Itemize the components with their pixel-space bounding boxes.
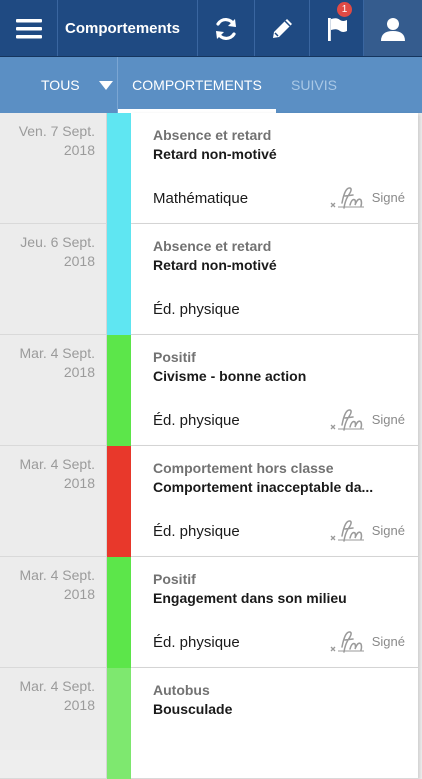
category-color-bar — [107, 446, 131, 557]
signed-indicator: Signé — [328, 405, 405, 433]
entry-title: Engagement dans son milieu — [153, 590, 347, 606]
category-color-bar — [107, 668, 131, 779]
entry-subject: Mathématique — [153, 190, 249, 207]
list-item[interactable]: Mar. 4 Sept. 2018 Comportement hors clas… — [0, 446, 422, 557]
entry-subject: Éd. physique — [153, 634, 240, 651]
behavior-list: Ven. 7 Sept. 2018 Absence et retard Reta… — [0, 113, 422, 779]
entry-title: Retard non-motivé — [153, 257, 277, 273]
entry-date-year: 2018 — [63, 586, 95, 602]
signed-label: Signé — [371, 411, 405, 427]
signature-icon — [330, 187, 364, 209]
signed-label: Signé — [371, 633, 405, 649]
entry-category: Positif — [153, 349, 196, 365]
entry-card[interactable]: Comportement hors classe Comportement in… — [131, 446, 418, 557]
notifications-button[interactable]: 1 — [310, 0, 364, 57]
tab-bar: TOUS COMPORTEMENTS SUIVIS — [0, 57, 422, 113]
entry-card[interactable]: Positif Civisme - bonne action Éd. physi… — [131, 335, 418, 446]
list-item[interactable]: Mar. 4 Sept. 2018 Positif Engagement dan… — [0, 557, 422, 668]
hamburger-icon — [15, 18, 42, 38]
entry-date-day: Mar. 4 Sept. — [19, 678, 95, 694]
signed-label: Signé — [371, 522, 405, 538]
entry-category: Comportement hors classe — [153, 460, 334, 476]
entry-date-year: 2018 — [63, 253, 95, 269]
entry-date-day: Mar. 4 Sept. — [19, 345, 95, 361]
top-bar: Comportements 1 — [0, 0, 422, 57]
entry-date: Mar. 4 Sept. 2018 — [0, 557, 107, 668]
notification-badge: 1 — [337, 2, 352, 17]
category-color-bar — [107, 113, 131, 224]
entry-category: Absence et retard — [153, 127, 272, 143]
pencil-icon — [273, 18, 292, 38]
category-color-bar — [107, 557, 131, 668]
entry-card[interactable]: Absence et retard Retard non-motivé Math… — [131, 113, 418, 224]
signature-icon — [330, 409, 364, 431]
entry-date-day: Mar. 4 Sept. — [19, 456, 95, 472]
entry-category: Positif — [153, 571, 196, 587]
list-item[interactable]: Jeu. 6 Sept. 2018 Absence et retard Reta… — [0, 224, 422, 335]
entry-category: Autobus — [153, 682, 210, 698]
signature-icon — [330, 631, 364, 653]
entry-card[interactable]: Absence et retard Retard non-motivé Éd. … — [131, 224, 418, 335]
entry-date-year: 2018 — [63, 142, 95, 158]
list-item[interactable]: Ven. 7 Sept. 2018 Absence et retard Reta… — [0, 113, 422, 224]
entry-date: Jeu. 6 Sept. 2018 — [0, 224, 107, 335]
signed-indicator: Signé — [328, 516, 405, 544]
user-icon — [381, 17, 405, 41]
entry-card[interactable]: Positif Engagement dans son milieu Éd. p… — [131, 557, 418, 668]
entry-title: Retard non-motivé — [153, 146, 277, 162]
sync-button[interactable] — [198, 0, 255, 57]
entry-date-day: Ven. 7 Sept. — [18, 123, 95, 139]
entry-date: Mar. 4 Sept. 2018 — [0, 335, 107, 446]
tab-suivis[interactable]: SUIVIS — [276, 57, 352, 113]
entry-date-year: 2018 — [63, 697, 95, 713]
entry-date-day: Jeu. 6 Sept. — [20, 234, 95, 250]
flag-icon — [327, 17, 347, 41]
menu-button[interactable] — [0, 0, 58, 57]
entry-date: Mar. 4 Sept. 2018 — [0, 668, 107, 779]
edit-button[interactable] — [255, 0, 310, 57]
entry-subject: Éd. physique — [153, 412, 240, 429]
signature-icon — [330, 520, 364, 542]
filter-label: TOUS — [41, 77, 80, 93]
category-color-bar — [107, 335, 131, 446]
signed-indicator: Signé — [328, 627, 405, 655]
entry-date-year: 2018 — [63, 475, 95, 491]
tab-comportements[interactable]: COMPORTEMENTS — [118, 57, 276, 113]
refresh-icon — [216, 17, 236, 40]
entry-title: Bousculade — [153, 701, 233, 717]
page-title: Comportements — [58, 0, 198, 57]
signed-label: Signé — [371, 189, 405, 205]
signed-indicator: Signé — [328, 183, 405, 211]
category-color-bar — [107, 224, 131, 335]
entry-date: Ven. 7 Sept. 2018 — [0, 113, 107, 224]
entry-date-day: Mar. 4 Sept. — [19, 567, 95, 583]
entry-subject: Éd. physique — [153, 301, 240, 318]
list-item[interactable]: Mar. 4 Sept. 2018 Positif Civisme - bonn… — [0, 335, 422, 446]
triangle-down-icon — [98, 80, 113, 90]
entry-card[interactable]: Autobus Bousculade — [131, 668, 418, 779]
filter-dropdown[interactable]: TOUS — [0, 57, 118, 113]
entry-category: Absence et retard — [153, 238, 272, 254]
entry-title: Civisme - bonne action — [153, 368, 307, 384]
list-item[interactable]: Mar. 4 Sept. 2018 Autobus Bousculade — [0, 668, 422, 779]
entry-date: Mar. 4 Sept. 2018 — [0, 446, 107, 557]
entry-date-year: 2018 — [63, 364, 95, 380]
entry-title: Comportement inacceptable da... — [153, 479, 374, 495]
entry-subject: Éd. physique — [153, 523, 240, 540]
profile-button[interactable] — [364, 0, 422, 57]
